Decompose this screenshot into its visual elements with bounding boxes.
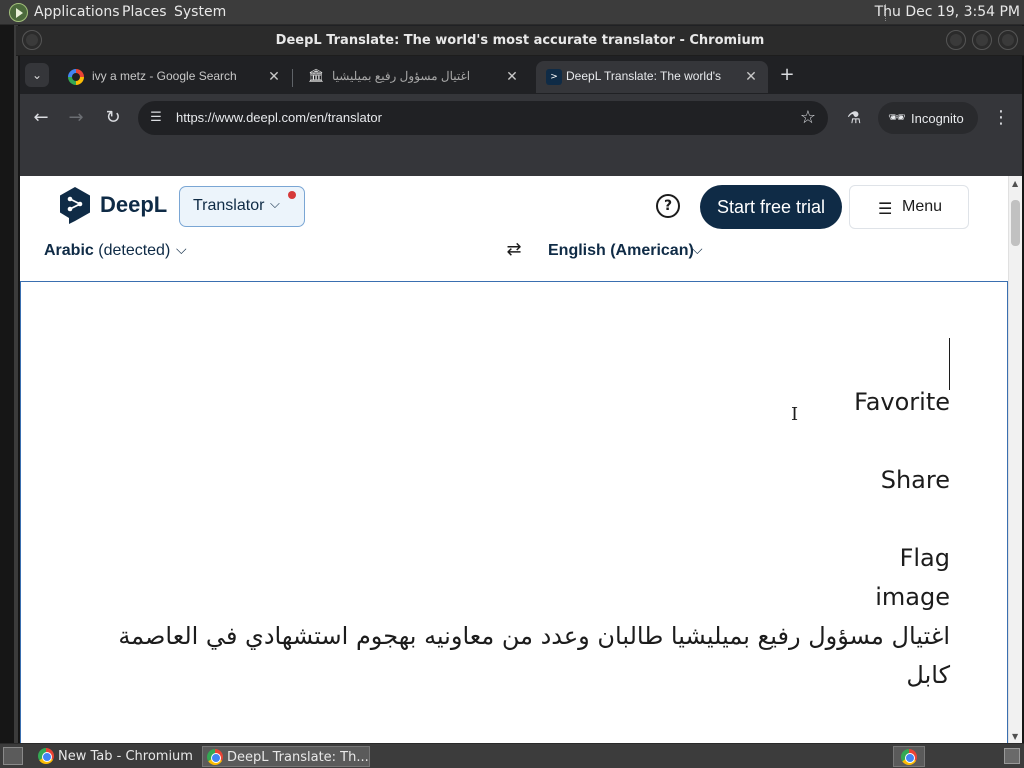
more-menu-icon[interactable]: ⋮ — [992, 106, 1010, 130]
source-text-line: كابل — [906, 661, 950, 689]
menu-label: Menu — [902, 198, 943, 215]
close-icon[interactable]: ✕ — [741, 67, 761, 87]
close-icon[interactable]: ✕ — [264, 67, 284, 87]
back-arrow-icon[interactable]: ← — [29, 106, 53, 130]
text-cursor-icon: I — [791, 404, 799, 425]
window-title: DeepL Translate: The world's most accura… — [275, 33, 765, 48]
target-language-selector[interactable]: English (American) — [548, 242, 694, 260]
translator-label: Translator — [193, 197, 265, 214]
scroll-down-icon[interactable]: ▼ — [1012, 732, 1018, 741]
tab-google-search[interactable]: ivy a metz - Google Search ✕ — [58, 61, 288, 93]
deepl-page: DeepL Translator ⌵ ? Start free trial ☰ … — [20, 176, 1008, 743]
chromium-icon — [207, 749, 223, 765]
source-text-line: اغتيال مسؤول رفيع بميليشيا طالبان وعدد م… — [118, 622, 950, 650]
tab-search-button[interactable]: ⌄ — [25, 63, 49, 87]
tab-deepl[interactable]: > DeepL Translate: The world's ✕ — [536, 61, 768, 93]
browser-toolbar: ← → ↻ ☰ https://www.deepl.com/en/transla… — [20, 94, 1022, 142]
deepl-logo-icon[interactable] — [58, 186, 92, 226]
tab-arabic-article[interactable]: 🏛 اغتيال مسؤول رفيع بميليشيا ✕ — [298, 61, 528, 93]
bottom-taskbar: New Tab - Chromium DeepL Translate: Th..… — [0, 743, 1024, 768]
bookmark-star-icon[interactable]: ☆ — [800, 107, 816, 128]
system-menu[interactable]: System — [174, 4, 226, 20]
top-panel: Applications Places System Thu Dec 19, 3… — [0, 0, 1024, 25]
tab-title: ivy a metz - Google Search — [92, 69, 237, 83]
places-menu[interactable]: Places — [122, 4, 167, 20]
gnome-foot-icon[interactable] — [9, 3, 28, 22]
help-icon[interactable]: ? — [656, 194, 680, 218]
window-left-edge — [0, 25, 20, 743]
workspace-box[interactable] — [1004, 748, 1020, 764]
applications-menu[interactable]: Applications — [34, 4, 120, 20]
chromium-icon — [901, 749, 917, 765]
chevron-down-icon[interactable]: ⌵ — [692, 242, 703, 258]
taskbar-item-new-tab[interactable]: New Tab - Chromium — [34, 746, 198, 767]
maximize-button[interactable] — [972, 30, 992, 50]
url-text[interactable]: https://www.deepl.com/en/translator — [176, 110, 382, 125]
tab-title: اغتيال مسؤول رفيع بميليشيا — [332, 69, 471, 83]
tab-strip: ⌄ ivy a metz - Google Search ✕ 🏛 اغتيال … — [20, 57, 1022, 93]
hamburger-icon: ☰ — [878, 199, 893, 218]
incognito-icon: 🕶 — [888, 110, 906, 126]
show-desktop-button[interactable] — [3, 747, 23, 765]
page-scrollbar[interactable]: ▲ ▼ — [1008, 176, 1022, 743]
start-free-trial-button[interactable]: Start free trial — [700, 185, 842, 229]
source-text-line: Share — [880, 466, 950, 494]
bookmarks-bar — [20, 142, 1022, 176]
scroll-thumb[interactable] — [1011, 200, 1020, 246]
close-window-button[interactable] — [998, 30, 1018, 50]
source-text-input[interactable]: Favorite Share Flag image اغتيال مسؤول ر… — [20, 281, 1008, 743]
source-text-line: Flag — [899, 544, 950, 572]
tab-title: DeepL Translate: The world's — [566, 69, 722, 83]
taskbar-item-deepl[interactable]: DeepL Translate: Th... — [202, 746, 370, 767]
incognito-indicator[interactable]: 🕶 Incognito — [878, 102, 978, 134]
new-tab-button[interactable]: + — [776, 65, 798, 87]
incognito-label: Incognito — [911, 111, 964, 126]
translator-dropdown[interactable]: Translator ⌵ — [179, 186, 305, 227]
taskbar-item-label: New Tab - Chromium — [58, 749, 193, 764]
minimize-button[interactable] — [946, 30, 966, 50]
labs-flask-icon[interactable]: ⚗ — [842, 106, 866, 130]
chevron-down-icon[interactable]: ⌵ — [176, 242, 187, 258]
source-language-name: Arabic — [44, 242, 94, 259]
google-icon — [68, 69, 84, 85]
text-caret — [949, 338, 950, 390]
chromium-icon — [38, 748, 54, 764]
close-icon[interactable]: ✕ — [502, 67, 522, 87]
workspace-switcher[interactable] — [893, 746, 925, 767]
chevron-down-icon: ⌵ — [270, 197, 280, 212]
panel-clock[interactable]: Thu Dec 19, 3:54 PM — [875, 4, 1020, 20]
taskbar-item-label: DeepL Translate: Th... — [227, 750, 369, 765]
forward-arrow-icon[interactable]: → — [64, 106, 88, 130]
scroll-up-icon[interactable]: ▲ — [1012, 179, 1018, 188]
notification-dot — [288, 191, 296, 199]
deepl-icon: > — [546, 69, 562, 85]
bank-icon: 🏛 — [308, 69, 325, 84]
window-titlebar[interactable]: DeepL Translate: The world's most accura… — [16, 26, 1024, 56]
source-language-detected: (detected) — [93, 242, 171, 259]
source-text-line: image — [875, 583, 950, 611]
tab-divider — [292, 69, 293, 87]
address-bar[interactable]: ☰ https://www.deepl.com/en/translator ☆ — [138, 101, 828, 135]
source-language-selector[interactable]: Arabic (detected) — [44, 242, 170, 260]
swap-languages-icon[interactable]: ⇄ — [502, 238, 526, 262]
site-info-icon[interactable]: ☰ — [148, 110, 164, 126]
reload-icon[interactable]: ↻ — [101, 106, 125, 130]
deepl-logo-text[interactable]: DeepL — [100, 192, 167, 218]
source-text-line: Favorite — [854, 388, 950, 416]
menu-button[interactable]: ☰ Menu — [849, 185, 969, 229]
